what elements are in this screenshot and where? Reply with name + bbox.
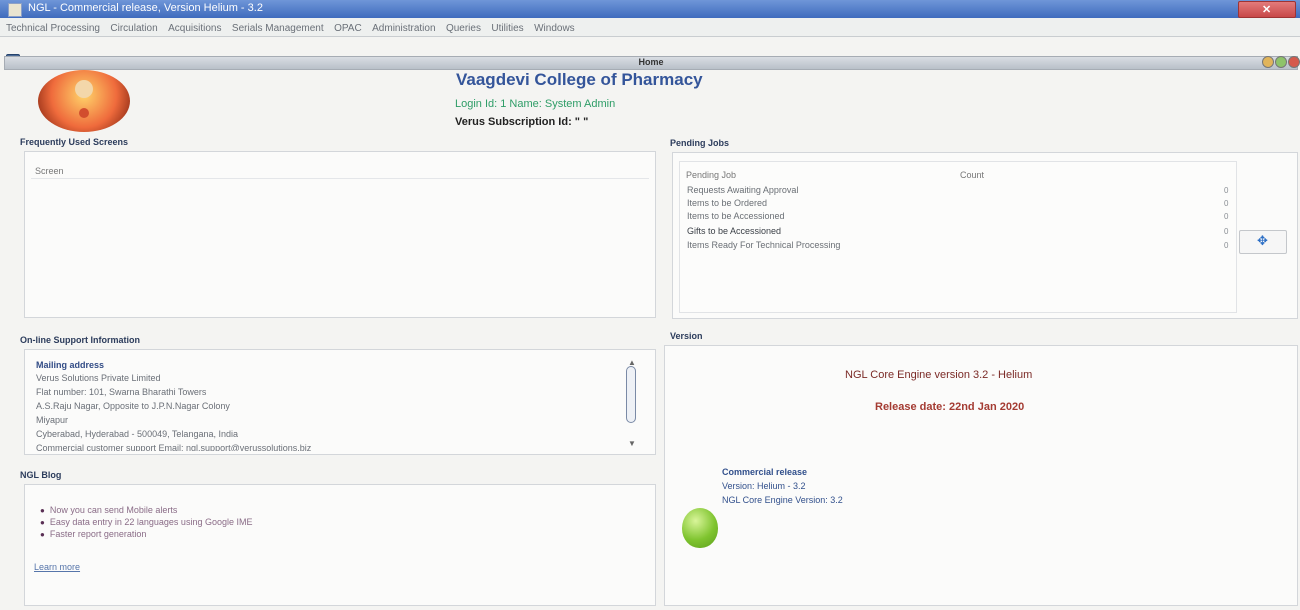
table-header-divider bbox=[31, 178, 649, 179]
release-date: Release date: 22nd Jan 2020 bbox=[875, 401, 1025, 413]
row-count: 0 bbox=[1224, 212, 1229, 221]
home-frame-title: Home bbox=[638, 57, 664, 67]
pending-jobs-heading: Pending Jobs bbox=[670, 138, 730, 148]
scroll-thumb[interactable] bbox=[626, 366, 636, 423]
table-row[interactable]: Items to be Ordered bbox=[687, 198, 767, 208]
support-scrollbar[interactable]: ▲ ▼ bbox=[623, 356, 639, 448]
row-count: 0 bbox=[1224, 199, 1229, 208]
address-line: Flat number: 101, Swarna Bharathi Towers bbox=[36, 387, 207, 397]
blog-item[interactable]: Easy data entry in 22 languages using Go… bbox=[40, 517, 253, 527]
ngl-blog-heading: NGL Blog bbox=[20, 470, 62, 480]
mailing-address-heading: Mailing address bbox=[36, 360, 105, 370]
address-line: Miyapur bbox=[36, 415, 69, 425]
window-title: NGL - Commercial release, Version Helium… bbox=[28, 2, 263, 14]
close-icon: ✕ bbox=[1262, 4, 1272, 16]
login-info: Login Id: 1 Name: System Admin bbox=[455, 98, 616, 110]
window-close-button[interactable]: ✕ bbox=[1238, 1, 1296, 18]
minimize-icon[interactable] bbox=[1262, 56, 1274, 68]
frequent-screens-heading: Frequently Used Screens bbox=[20, 137, 129, 147]
refresh-button[interactable]: ✥ bbox=[1239, 230, 1287, 254]
row-count: 0 bbox=[1224, 241, 1229, 250]
menu-utilities[interactable]: Utilities bbox=[491, 23, 523, 34]
pending-jobs-table bbox=[679, 161, 1237, 313]
table-row[interactable]: Items to be Accessioned bbox=[687, 211, 785, 221]
blog-list: Now you can send Mobile alerts Easy data… bbox=[40, 503, 253, 541]
row-count: 0 bbox=[1224, 227, 1229, 236]
menu-windows[interactable]: Windows bbox=[534, 23, 575, 34]
engine-version-title: NGL Core Engine version 3.2 - Helium bbox=[845, 369, 1033, 381]
window-titlebar: NGL - Commercial release, Version Helium… bbox=[0, 0, 1300, 18]
refresh-icon: ✥ bbox=[1257, 233, 1268, 248]
blog-item[interactable]: Now you can send Mobile alerts bbox=[40, 505, 252, 515]
engine-version-line: NGL Core Engine Version: 3.2 bbox=[722, 495, 843, 505]
version-heading: Version bbox=[670, 331, 703, 341]
release-type: Commercial release bbox=[722, 467, 808, 477]
menu-technical-processing[interactable]: Technical Processing bbox=[6, 23, 100, 34]
internal-frame-titlebar: Home bbox=[4, 56, 1298, 70]
table-row[interactable]: Gifts to be Accessioned bbox=[687, 226, 781, 236]
close-frame-icon[interactable] bbox=[1288, 56, 1300, 68]
balloon-icon bbox=[682, 508, 718, 548]
menu-circulation[interactable]: Circulation bbox=[110, 23, 157, 34]
menu-queries[interactable]: Queries bbox=[446, 23, 481, 34]
college-name: Vaagdevi College of Pharmacy bbox=[456, 70, 703, 89]
blog-item[interactable]: Faster report generation bbox=[40, 529, 252, 539]
screen-column-header: Screen bbox=[35, 166, 64, 176]
frequent-screens-panel: Screen bbox=[24, 151, 656, 318]
address-line: Cyberabad, Hyderabad - 500049, Telangana… bbox=[36, 429, 238, 439]
row-count: 0 bbox=[1224, 186, 1229, 195]
count-column-header: Count bbox=[960, 170, 985, 180]
learn-more-link[interactable]: Learn more bbox=[34, 562, 80, 572]
app-icon bbox=[8, 3, 22, 17]
support-email-line: Commercial customer support Email: ngl.s… bbox=[36, 443, 312, 451]
menu-serials-management[interactable]: Serials Management bbox=[232, 23, 324, 34]
maximize-icon[interactable] bbox=[1275, 56, 1287, 68]
menu-bar: Technical Processing Circulation Acquisi… bbox=[0, 18, 1300, 37]
address-line: Verus Solutions Private Limited bbox=[36, 373, 161, 383]
menu-administration[interactable]: Administration bbox=[372, 23, 435, 34]
pending-job-column-header: Pending Job bbox=[686, 170, 737, 180]
address-line: A.S.Raju Nagar, Opposite to J.P.N.Nagar … bbox=[36, 401, 230, 411]
online-support-heading: On-line Support Information bbox=[20, 335, 140, 345]
scroll-down-icon[interactable]: ▼ bbox=[628, 439, 636, 448]
table-row[interactable]: Items Ready For Technical Processing bbox=[687, 240, 840, 250]
menu-opac[interactable]: OPAC bbox=[334, 23, 362, 34]
menu-acquisitions[interactable]: Acquisitions bbox=[168, 23, 221, 34]
table-row[interactable]: Requests Awaiting Approval bbox=[687, 185, 798, 195]
subscription-id: Verus Subscription Id: " " bbox=[455, 116, 589, 128]
college-logo bbox=[38, 70, 130, 132]
version-line: Version: Helium - 3.2 bbox=[722, 481, 806, 491]
